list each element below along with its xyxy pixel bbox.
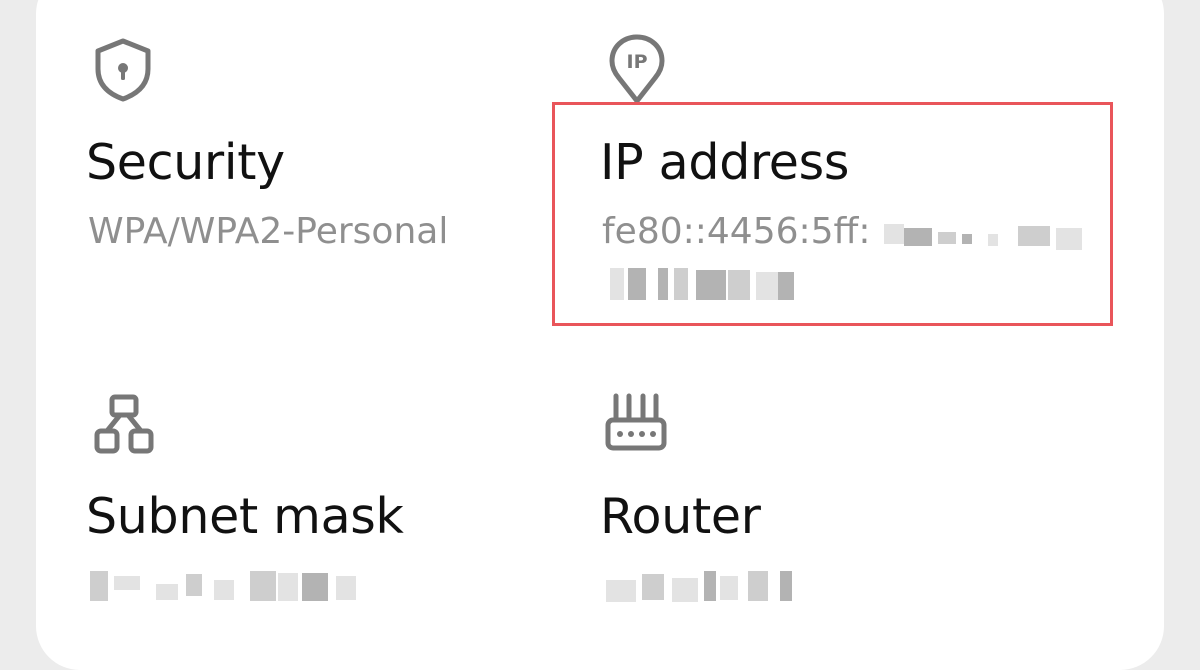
ip-address-highlight-box (552, 102, 1113, 326)
router-item[interactable]: Router (552, 340, 1152, 651)
ip-icon-text: IP (627, 51, 648, 73)
shield-icon (95, 38, 151, 102)
ip-location-pin-icon: IP (609, 34, 665, 104)
subnet-mask-item[interactable]: Subnet mask (0, 340, 540, 651)
security-value: WPA/WPA2-Personal (88, 211, 449, 252)
security-item[interactable]: Security WPA/WPA2-Personal (0, 0, 540, 330)
router-label: Router (600, 488, 761, 545)
subnet-mask-label: Subnet mask (86, 488, 404, 545)
router-icon (605, 393, 667, 451)
network-topology-icon (94, 394, 154, 454)
security-label: Security (86, 134, 285, 191)
